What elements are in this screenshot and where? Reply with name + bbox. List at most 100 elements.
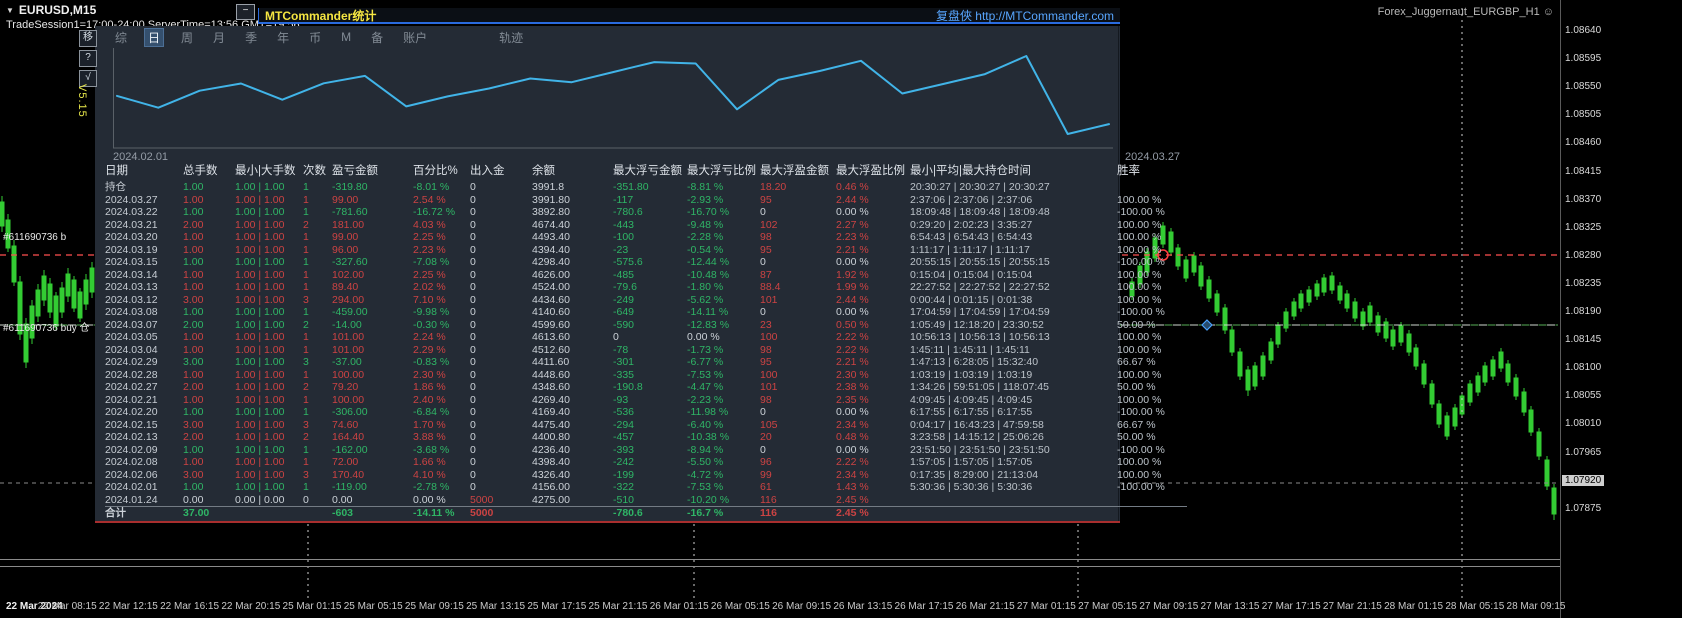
cell: 1.00 | 1.00: [235, 206, 285, 218]
cell: 4:09:45 | 4:09:45 | 4:09:45: [910, 393, 1033, 406]
col-header-10: 最大浮亏比例: [687, 165, 756, 177]
minimize-button[interactable]: −: [236, 4, 255, 20]
cell: 4236.40: [532, 443, 570, 456]
subwindow-separator-bottom[interactable]: [0, 566, 1560, 567]
cell: 1.00 | 1.00: [235, 181, 285, 193]
cell: 1.00 | 1.00: [235, 443, 285, 456]
cell: 2024.02.06: [105, 468, 158, 481]
cell: 0: [470, 243, 476, 256]
order-label-2: #611690736 buy 仓: [3, 323, 90, 334]
table-row: 2024.03.20 1.00 1.00 | 1.00 1 99.00 2.25 % 0 44…: [105, 231, 1187, 244]
menu-item-7[interactable]: 币: [306, 28, 324, 47]
table-row: 2024.02.21 1.00 1.00 | 1.00 1 100.00 2.40 % 0 4…: [105, 394, 1187, 407]
cell: [303, 507, 332, 520]
cell: 4512.60: [532, 343, 570, 356]
cell: 2024.03.19: [105, 243, 158, 256]
menu-item-10[interactable]: 账户: [400, 28, 430, 47]
stats-menu-bar: 综日周月季年币 M 备账户 轨迹: [112, 27, 526, 47]
cell: 66.67 %: [1117, 418, 1156, 431]
time-tick-label: 25 Mar 21:15: [588, 601, 648, 612]
cell: -335: [613, 368, 635, 381]
cell: 0: [470, 393, 476, 406]
col-header-1: 日期: [105, 165, 128, 177]
table-row: 2024.02.15 3.00 1.00 | 1.00 3 74.60 1.70 % 0 44…: [105, 419, 1187, 432]
table-row: 2024.03.13 1.00 1.00 | 1.00 1 89.40 2.02 % 0 45…: [105, 281, 1187, 294]
cell: 2024.03.13: [105, 281, 158, 293]
cell: 2.29 %: [413, 343, 446, 356]
help-button[interactable]: ?: [79, 50, 97, 67]
cell: 2024.03.14: [105, 268, 158, 281]
cell: 4.10 %: [413, 468, 446, 481]
cell: 1: [303, 393, 309, 406]
table-row: 2024.02.09 1.00 1.00 | 1.00 1 -162.00 -3.68 %…: [105, 444, 1187, 457]
menu-item-9[interactable]: 备: [368, 28, 386, 47]
cell: 2.22 %: [836, 343, 869, 356]
cell: [1117, 507, 1187, 520]
cell: 1.00: [183, 206, 204, 218]
cell: 5:30:36 | 5:30:36 | 5:30:36: [910, 481, 1033, 493]
cell: 1:11:17 | 1:11:17 | 1:11:17: [910, 243, 1030, 256]
menu-item-1[interactable]: 综: [112, 28, 130, 47]
col-header-7: 出入金: [470, 165, 505, 177]
cell: 2024.03.12: [105, 293, 158, 306]
time-tick-label: 27 Mar 17:15: [1261, 601, 1321, 612]
brand-link[interactable]: 复盘俠 http://MTCommander.com: [936, 7, 1114, 24]
cell: -8.01 %: [413, 181, 450, 193]
cell: 0: [470, 256, 476, 268]
cell: 18:09:48 | 18:09:48 | 18:09:48: [910, 206, 1050, 218]
menu-item-8[interactable]: M: [338, 29, 354, 45]
menu-item-3[interactable]: 周: [178, 28, 196, 47]
chart-symbol-title[interactable]: ▼ EURUSD,M15: [6, 3, 96, 17]
cell: 1.00 | 1.00: [235, 243, 285, 256]
col-header-6: 百分比%: [413, 165, 458, 177]
menu-item-11[interactable]: 轨迹: [496, 28, 526, 47]
cell: 4613.60: [532, 331, 570, 343]
cell: [1117, 494, 1187, 507]
cell: 2.35 %: [836, 393, 869, 406]
subwindow-separator-top[interactable]: [0, 559, 1560, 560]
table-row: 2024.03.08 1.00 1.00 | 1.00 1 -459.00 -9.98 %…: [105, 306, 1187, 319]
cell: 2.21 %: [836, 243, 869, 256]
cell: 37.00: [183, 507, 210, 519]
menu-item-2[interactable]: 日: [144, 27, 165, 47]
cell: 50.00 %: [1117, 318, 1156, 331]
cell: 0.00 %: [836, 256, 869, 268]
cell: 3:23:58 | 14:15:12 | 25:06:26: [910, 431, 1044, 443]
time-tick-label: 25 Mar 17:15: [527, 601, 587, 612]
cell: 1.00 | 1.00: [235, 281, 285, 293]
chevron-down-icon[interactable]: ▼: [6, 6, 14, 15]
cell: -7.08 %: [413, 256, 450, 268]
cell: 2.44 %: [836, 193, 869, 206]
cell: -3.68 %: [413, 443, 450, 456]
col-header-8: 余额: [532, 165, 555, 177]
cell: 1: [303, 243, 309, 256]
cell: 0: [470, 293, 476, 306]
cell: -485: [613, 268, 635, 281]
cell: 0: [760, 443, 766, 456]
cell: -575.6: [613, 256, 643, 268]
menu-item-5[interactable]: 季: [242, 28, 260, 47]
move-button[interactable]: 移: [79, 30, 97, 47]
cell: 2: [303, 318, 309, 331]
cell: 0: [470, 181, 476, 193]
cell: -649: [613, 306, 635, 318]
cell: -10.38 %: [687, 431, 730, 443]
cell: 17:04:59 | 17:04:59 | 17:04:59: [910, 306, 1050, 318]
cell: 4475.40: [532, 418, 570, 431]
stats-panel-titlebar[interactable]: MTCommander统计 复盘俠 http://MTCommander.com: [258, 8, 1120, 24]
cell: 0: [760, 406, 766, 418]
cell: 1.00: [183, 393, 204, 406]
menu-item-4[interactable]: 月: [210, 28, 228, 47]
cell: 0: [470, 193, 476, 206]
cell: 101.00: [332, 343, 365, 356]
cell: -93: [613, 393, 629, 406]
cell: 1.00: [183, 193, 204, 206]
cell: 3991.80: [532, 193, 570, 206]
cell: -199: [613, 468, 635, 481]
cell: 4400.80: [532, 431, 570, 443]
cell: 105: [760, 418, 778, 431]
table-row: 2024.02.27 2.00 1.00 | 1.00 2 79.20 1.86 % 0 43…: [105, 381, 1187, 394]
cell: 0.00 %: [836, 306, 869, 318]
cell: 2024.02.20: [105, 406, 158, 418]
menu-item-6[interactable]: 年: [274, 28, 292, 47]
